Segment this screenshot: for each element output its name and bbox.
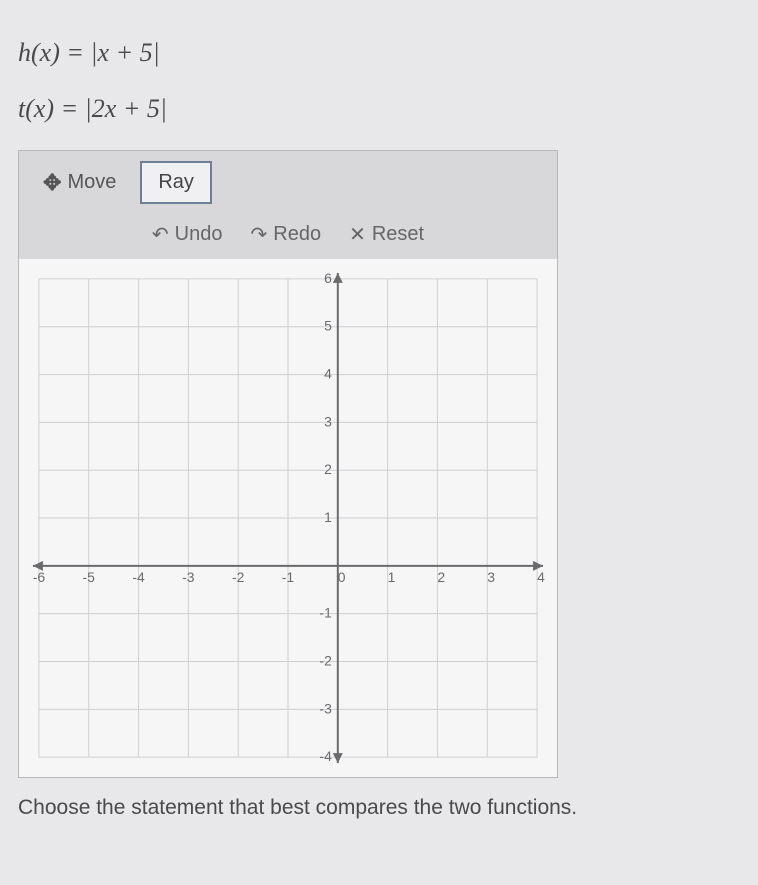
svg-text:-6: -6: [33, 569, 46, 585]
svg-text:-3: -3: [182, 569, 195, 585]
svg-text:-2: -2: [319, 652, 332, 668]
svg-text:-1: -1: [319, 605, 332, 621]
svg-text:3: 3: [487, 569, 495, 585]
svg-text:1: 1: [324, 509, 332, 525]
tool-toolbar: ✥ Move Ray: [19, 151, 557, 214]
move-tool-button[interactable]: ✥ Move: [33, 164, 126, 202]
reset-label: Reset: [372, 223, 424, 246]
svg-text:0: 0: [338, 569, 346, 585]
svg-text:-2: -2: [232, 569, 245, 585]
svg-text:1: 1: [388, 569, 396, 585]
svg-text:-4: -4: [132, 569, 145, 585]
move-icon: ✥: [43, 170, 61, 196]
undo-label: Undo: [175, 223, 223, 246]
move-label: Move: [67, 171, 116, 194]
svg-text:3: 3: [324, 413, 332, 429]
undo-icon: ↶: [152, 222, 169, 247]
svg-text:2: 2: [437, 569, 445, 585]
svg-text:2: 2: [324, 461, 332, 477]
equation-h: h(x) = |x + 5|: [18, 38, 740, 68]
svg-text:6: 6: [324, 270, 332, 286]
redo-icon: ↷: [250, 222, 267, 247]
coordinate-plane[interactable]: -6 -5 -4 -3 -2 -1 0 1 2 3 4 -4 -3 -2 -1 1 2 3 4 5 6: [19, 259, 557, 777]
svg-text:-4: -4: [319, 748, 332, 764]
svg-text:-5: -5: [83, 569, 96, 585]
action-toolbar: ↶ Undo ↷ Redo ✕ Reset: [19, 214, 557, 259]
undo-button[interactable]: ↶ Undo: [152, 222, 223, 247]
reset-button[interactable]: ✕ Reset: [349, 222, 424, 247]
equation-t: t(x) = |2x + 5|: [18, 94, 740, 124]
reset-icon: ✕: [349, 222, 366, 247]
question-prompt: Choose the statement that best compares …: [18, 796, 740, 820]
svg-text:4: 4: [324, 366, 332, 382]
ray-tool-button[interactable]: Ray: [140, 161, 212, 204]
svg-text:-3: -3: [319, 700, 332, 716]
redo-label: Redo: [273, 223, 321, 246]
svg-text:5: 5: [324, 318, 332, 334]
svg-text:4: 4: [537, 569, 545, 585]
svg-text:-1: -1: [282, 569, 295, 585]
redo-button[interactable]: ↷ Redo: [250, 222, 321, 247]
graph-widget: ✥ Move Ray ↶ Undo ↷ Redo ✕ Reset -6-5-4-…: [18, 150, 558, 778]
ray-label: Ray: [158, 171, 194, 194]
graph-svg: -6 -5 -4 -3 -2 -1 0 1 2 3 4 -4 -3 -2 -1 1 2 3 4 5 6: [19, 259, 557, 777]
